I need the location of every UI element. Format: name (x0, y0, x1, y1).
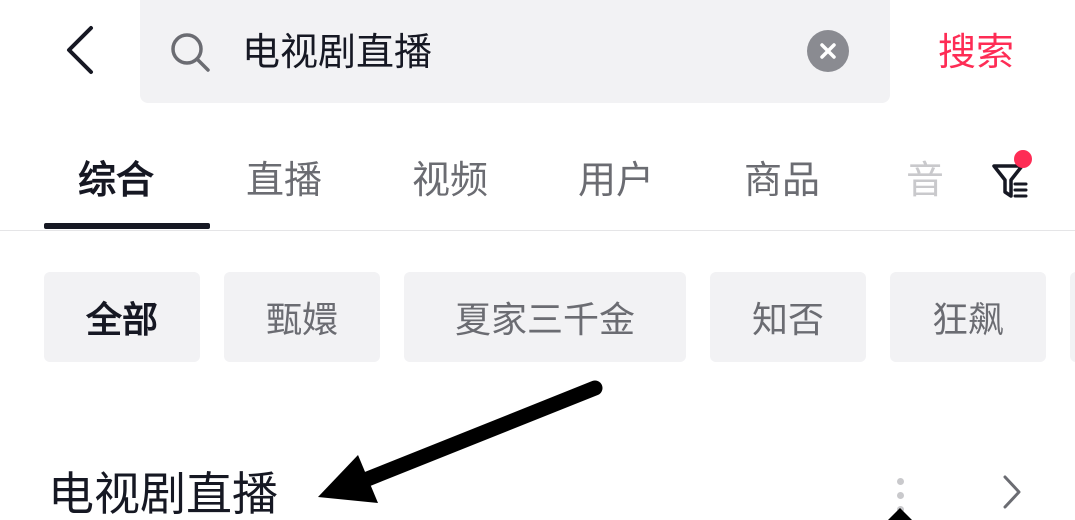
clear-button[interactable] (807, 30, 849, 72)
tabs-divider (0, 230, 1075, 231)
filter-button[interactable] (992, 150, 1042, 200)
result-tabs: 综合 直播 视频 用户 商品 音 (0, 130, 1075, 230)
chip-overflow[interactable] (1070, 272, 1075, 362)
chevron-left-icon (67, 26, 93, 74)
chip-all[interactable]: 全部 (44, 272, 200, 362)
search-input[interactable]: 电视剧直播 (242, 26, 432, 78)
filter-icon (992, 164, 1028, 198)
more-vertical-icon (896, 477, 904, 485)
filter-notification-dot (1014, 150, 1032, 168)
chip-xiajia[interactable]: 夏家三千金 (404, 272, 686, 362)
more-dot (896, 491, 904, 499)
search-box[interactable]: 电视剧直播 (140, 0, 890, 103)
chip-zhifou[interactable]: 知否 (710, 272, 866, 362)
section-title: 电视剧直播 (48, 467, 278, 520)
chevron-right-icon[interactable] (1002, 474, 1022, 510)
tab-music[interactable]: 音 (906, 154, 944, 206)
active-tab-indicator (44, 223, 210, 229)
chip-kuangbiao[interactable]: 狂飙 (890, 272, 1046, 362)
tab-all[interactable]: 综合 (78, 154, 154, 206)
tab-video[interactable]: 视频 (412, 154, 488, 206)
clear-icon (820, 43, 836, 59)
search-submit-button[interactable]: 搜索 (938, 26, 1014, 78)
search-icon (171, 33, 210, 72)
more-dot (896, 505, 904, 513)
tab-users[interactable]: 用户 (578, 154, 654, 206)
more-options-button[interactable] (885, 470, 915, 520)
tab-live[interactable]: 直播 (246, 154, 322, 206)
tab-products[interactable]: 商品 (744, 154, 820, 206)
back-button[interactable] (52, 20, 108, 80)
chip-zhenhuan[interactable]: 甄嬛 (224, 272, 380, 362)
